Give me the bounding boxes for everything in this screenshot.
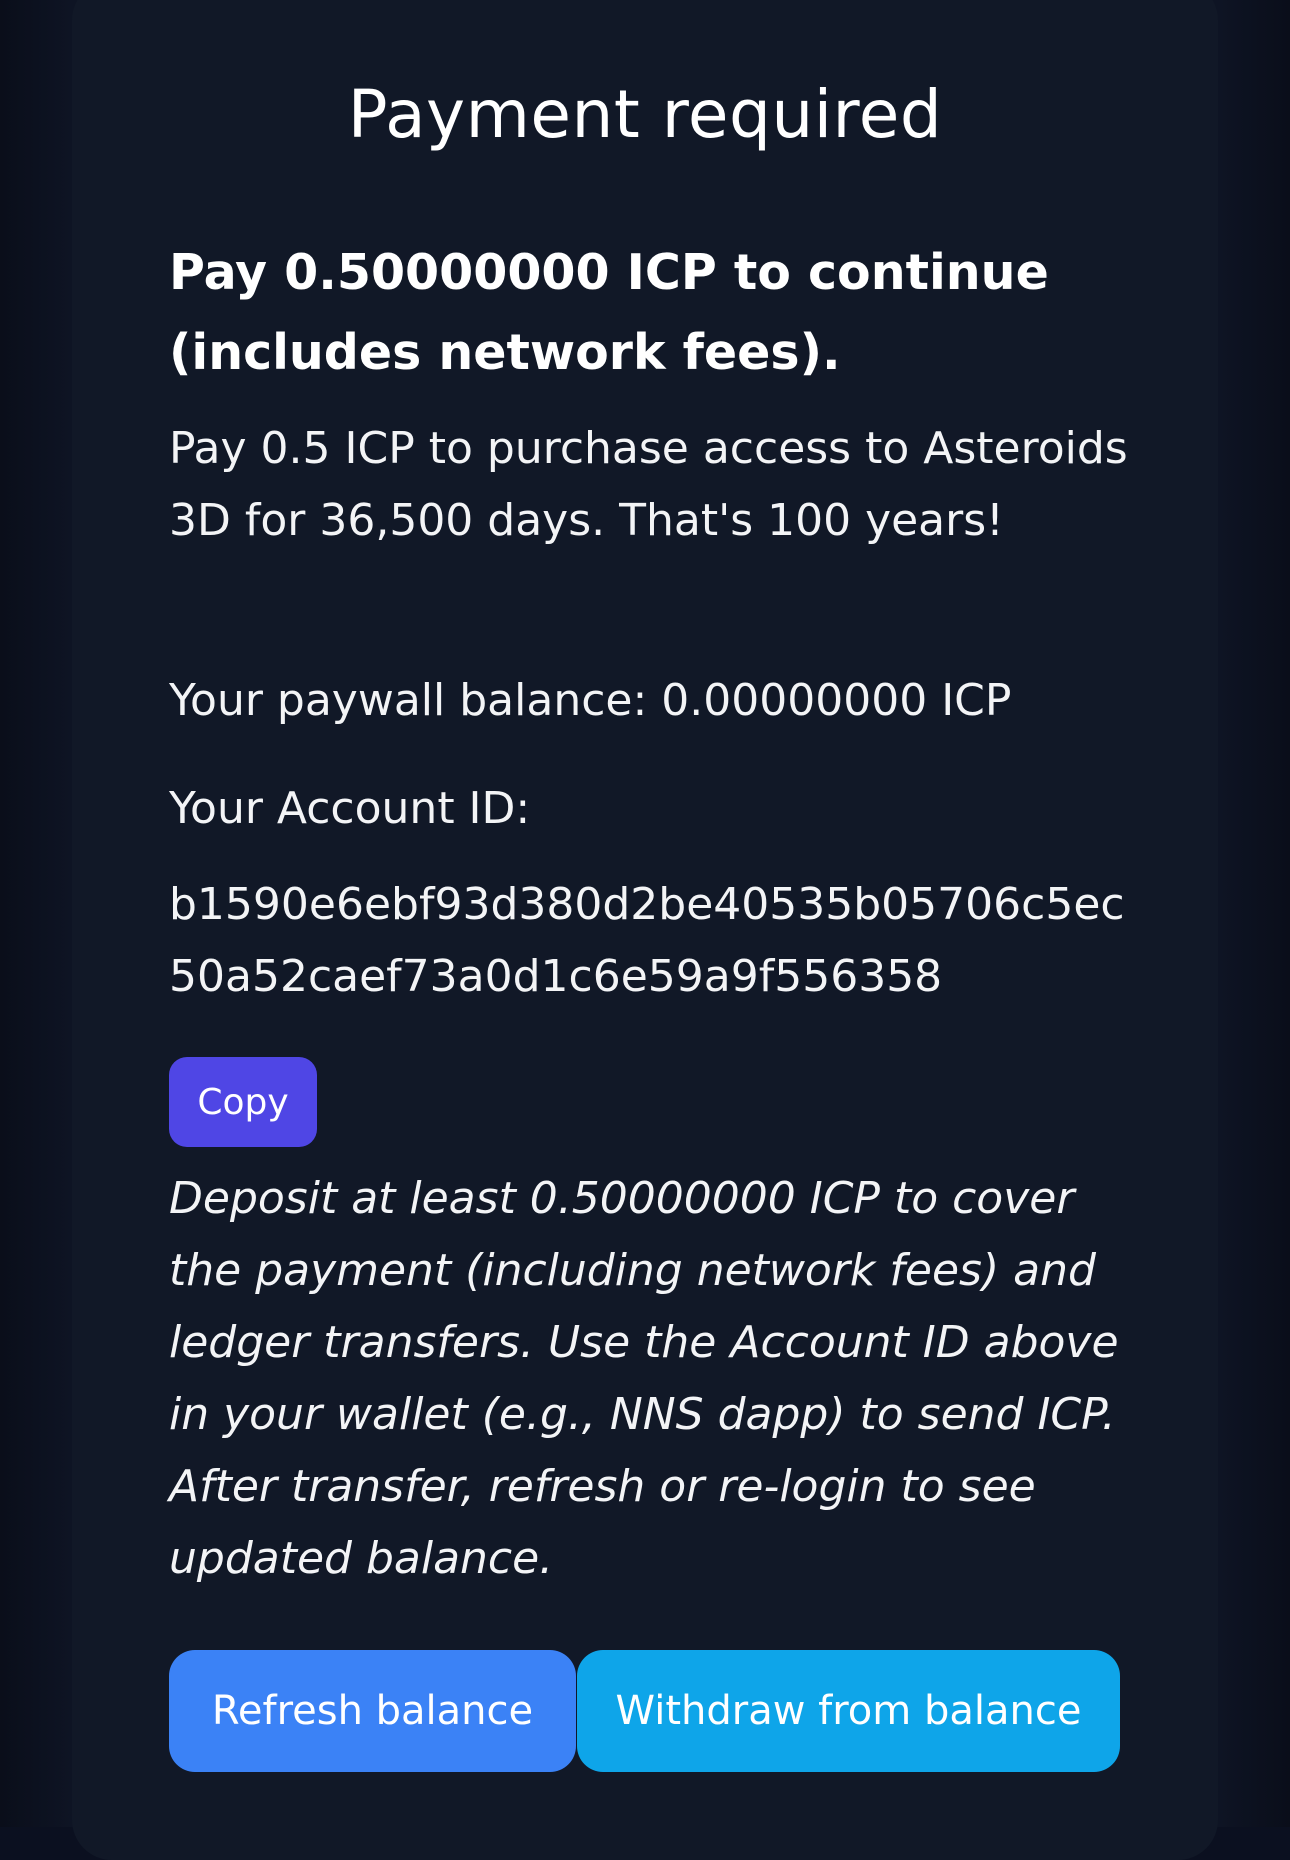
- account-id-value[interactable]: b1590e6ebf93d380d2be40535b05706c5ec50a52…: [169, 869, 1149, 1013]
- withdraw-button[interactable]: Withdraw from balance: [577, 1650, 1120, 1772]
- payment-summary: Pay 0.50000000 ICP to continue (includes…: [169, 244, 1049, 381]
- paywall-balance: Your paywall balance: 0.00000000 ICP: [169, 675, 1012, 726]
- account-id-label: Your Account ID:: [169, 783, 531, 834]
- payment-dialog: Payment required Pay 0.50000000 ICP to c…: [72, 0, 1218, 1860]
- deposit-instructions: Deposit at least 0.50000000 ICP to cover…: [169, 1173, 1119, 1584]
- copy-button[interactable]: Copy: [169, 1057, 317, 1147]
- dialog-title: Payment required: [347, 76, 943, 153]
- purchase-description: Pay 0.5 ICP to purchase access to Astero…: [169, 423, 1128, 546]
- refresh-balance-button[interactable]: Refresh balance: [169, 1650, 576, 1772]
